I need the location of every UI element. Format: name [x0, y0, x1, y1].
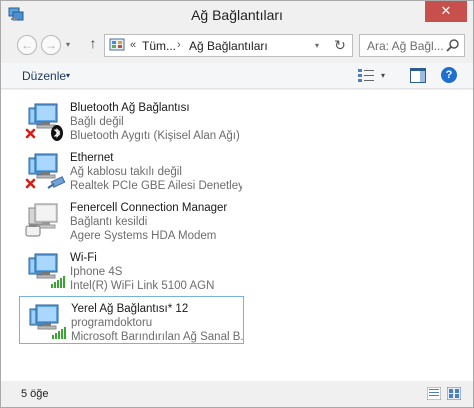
- connection-item[interactable]: Fenercell Connection Manager Bağlantı kes…: [19, 196, 244, 244]
- connections-list: Bluetooth Ağ Bağlantısı Bağlı değil Blueto…: [1, 90, 473, 381]
- connection-item[interactable]: Yerel Ağ Bağlantısı* 12 programdoktoru Mic…: [19, 296, 244, 344]
- title-bar: Ağ Bağlantıları ✕: [1, 1, 473, 29]
- connection-device: Intel(R) WiFi Link 5100 AGN: [70, 280, 215, 292]
- connection-item[interactable]: Wi-Fi Iphone 4S Intel(R) WiFi Link 5100 AG…: [19, 246, 244, 294]
- back-button[interactable]: ←: [17, 35, 37, 55]
- command-bar: Düzenle ▾ ▾ ?: [1, 63, 473, 89]
- dialup-modem-icon: [25, 203, 58, 237]
- change-view-icon[interactable]: [358, 69, 374, 83]
- network-disconnected-ethernet-icon: [25, 153, 66, 189]
- up-button[interactable]: ↑: [86, 35, 100, 55]
- connection-name: Wi-Fi: [70, 252, 97, 264]
- connection-name: Fenercell Connection Manager: [70, 202, 228, 214]
- recent-locations-dropdown[interactable]: ▾: [66, 40, 70, 49]
- help-icon[interactable]: ?: [441, 67, 457, 83]
- connection-name: Yerel Ağ Bağlantısı* 12: [71, 303, 189, 315]
- connection-device: Bluetooth Aygıtı (Kişisel Alan Ağı): [70, 130, 240, 142]
- connection-name: Ethernet: [70, 152, 114, 164]
- connection-name: Bluetooth Ağ Bağlantısı: [70, 102, 190, 114]
- status-bar: 5 öğe: [1, 381, 473, 407]
- connection-item[interactable]: Ethernet Ağ kablosu takılı değil Realtek P…: [19, 146, 244, 194]
- window-title: Ağ Bağlantıları: [191, 7, 283, 23]
- close-button[interactable]: ✕: [425, 1, 467, 22]
- breadcrumb-all-control-panel[interactable]: Tüm...: [142, 39, 176, 53]
- wifi-connected-icon: [29, 304, 66, 339]
- connection-status: programdoktoru: [71, 317, 153, 329]
- search-input[interactable]: Ara: Ağ Bağl...: [367, 39, 444, 53]
- details-view-icon[interactable]: [427, 387, 441, 400]
- connection-status: Ağ kablosu takılı değil: [70, 166, 182, 178]
- control-panel-icon: [109, 38, 125, 51]
- connection-device: Agere Systems HDA Modem: [70, 230, 217, 242]
- breadcrumb-network-connections[interactable]: Ağ Bağlantıları: [189, 39, 268, 53]
- refresh-button[interactable]: ↻: [331, 37, 349, 55]
- network-disconnected-bluetooth-icon: [25, 103, 63, 141]
- connection-status: Bağlı değil: [70, 116, 124, 128]
- breadcrumb-overflow[interactable]: «: [130, 39, 136, 51]
- connection-status: Iphone 4S: [70, 266, 123, 278]
- organize-dropdown-arrow[interactable]: ▾: [66, 71, 70, 80]
- wifi-connected-icon: [28, 253, 65, 288]
- preview-pane-icon[interactable]: [410, 68, 426, 83]
- large-icons-view-icon[interactable]: [447, 387, 461, 400]
- address-bar[interactable]: « Tüm... › Ağ Bağlantıları ▾ ↻: [104, 34, 353, 57]
- connection-item[interactable]: Bluetooth Ağ Bağlantısı Bağlı değil Blueto…: [19, 96, 244, 144]
- item-count: 5 öğe: [21, 388, 49, 400]
- forward-button[interactable]: →: [41, 35, 61, 55]
- address-dropdown[interactable]: ▾: [315, 41, 319, 50]
- view-options-dropdown[interactable]: ▾: [381, 71, 385, 80]
- connection-device: Realtek PCIe GBE Ailesi Denetleyici: [70, 180, 242, 192]
- network-connections-window: Ağ Bağlantıları ✕ ← → ▾ ↑ « Tüm... › Ağ …: [0, 0, 474, 408]
- connection-status: Bağlantı kesildi: [70, 216, 148, 228]
- search-box[interactable]: Ara: Ağ Bağl...: [359, 34, 465, 57]
- breadcrumb-separator[interactable]: ›: [177, 39, 181, 51]
- navigation-bar: ← → ▾ ↑ « Tüm... › Ağ Bağlantıları ▾ ↻ A…: [1, 29, 473, 61]
- connection-device: Microsoft Barındırılan Ağ Sanal B...: [71, 331, 243, 343]
- search-icon[interactable]: [446, 38, 460, 52]
- organize-button[interactable]: Düzenle: [22, 69, 66, 83]
